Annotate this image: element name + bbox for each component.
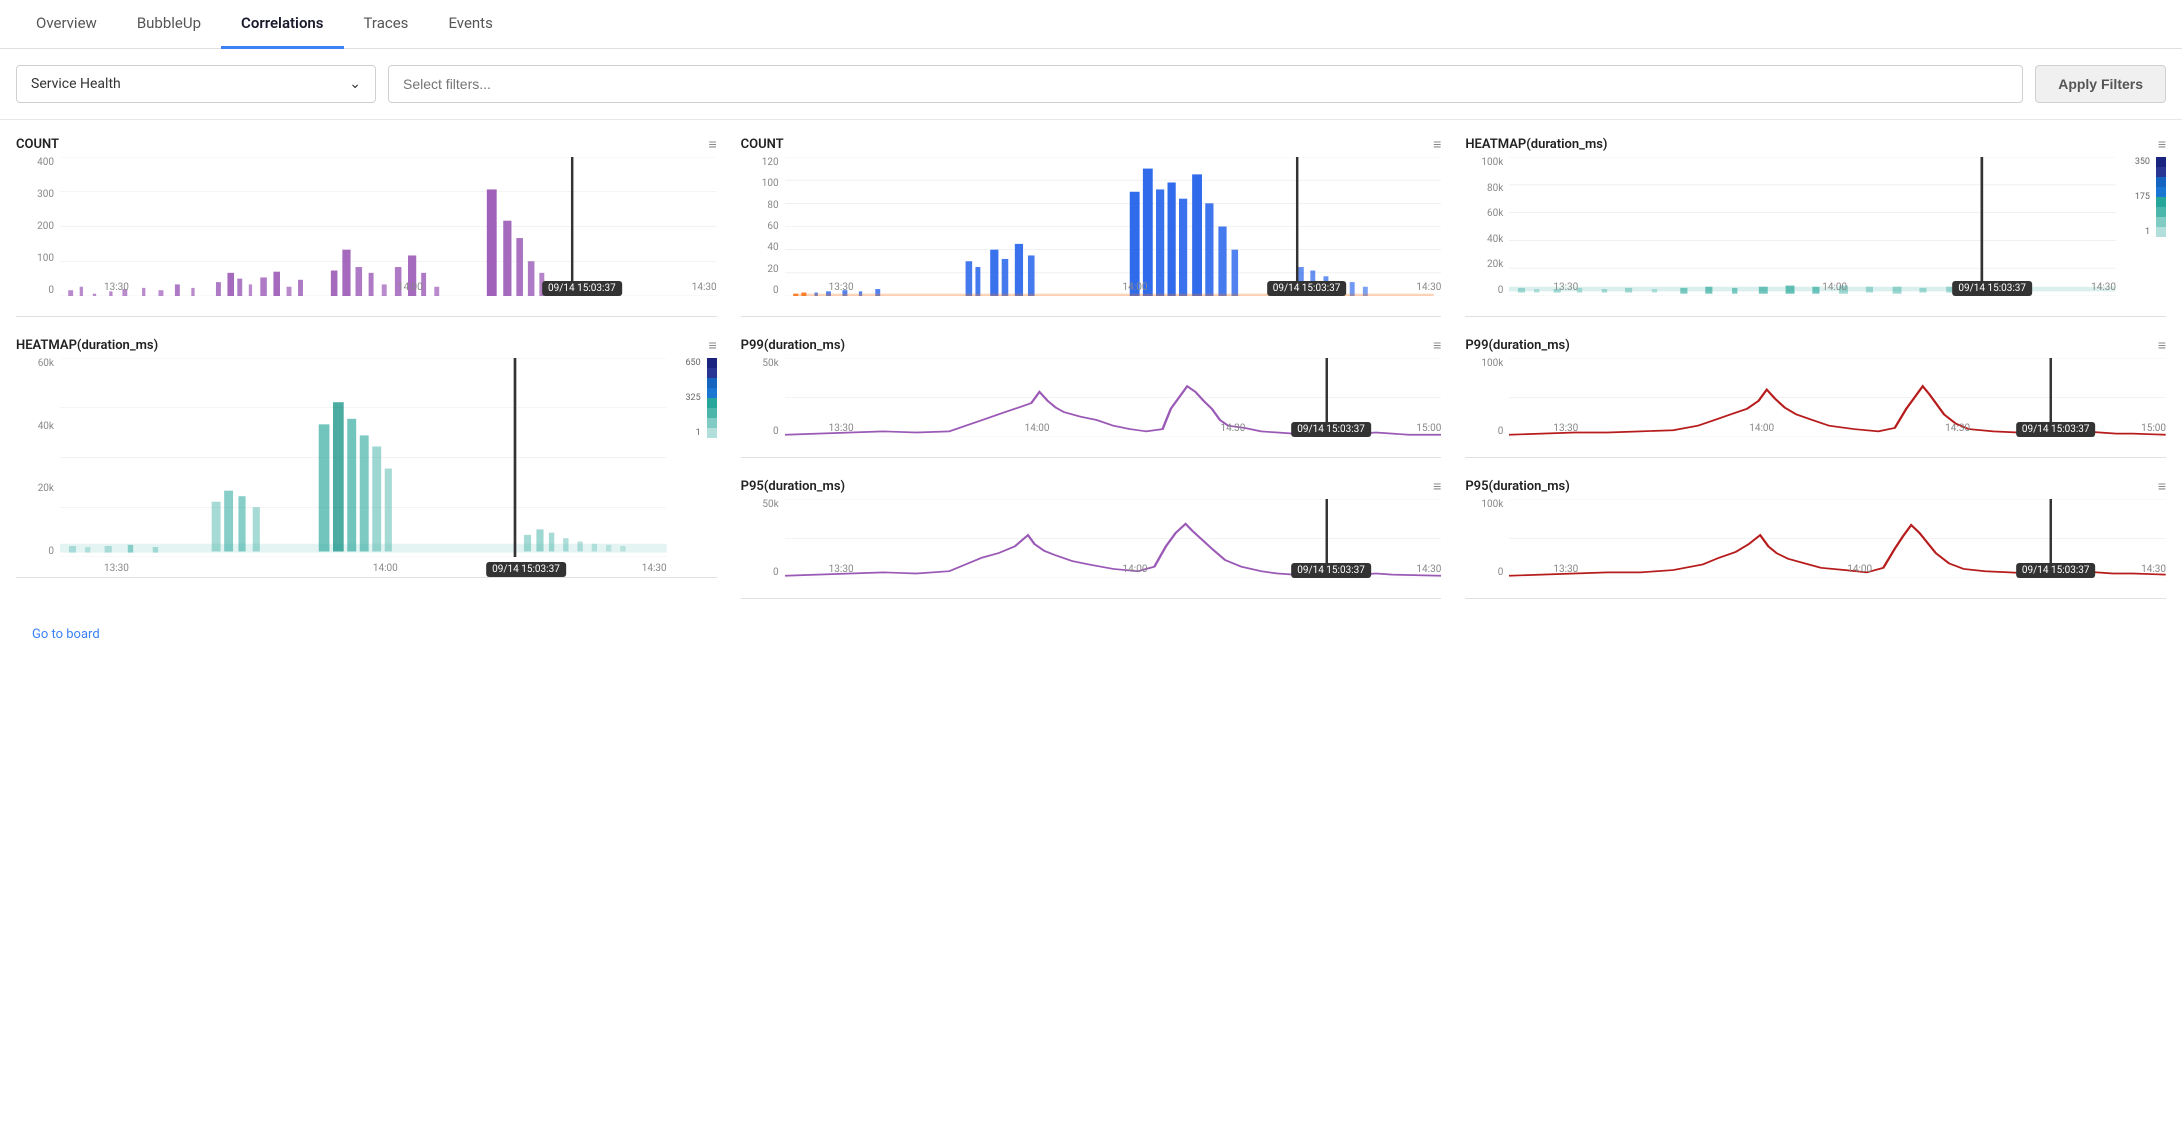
nav-bar: Overview BubbleUp Correlations Traces Ev… [0, 0, 2182, 49]
legend-val-mid: 175 [2135, 192, 2150, 202]
service-dropdown[interactable]: Service Health ⌄ [16, 65, 376, 103]
nav-overview[interactable]: Overview [16, 0, 117, 49]
legend-val-bot-2: 1 [685, 428, 700, 438]
chart-header-2: COUNT ≡ [741, 136, 1442, 153]
chart-header-4: HEATMAP(duration_ms) ≡ [16, 337, 717, 354]
timestamp-badge-4: 09/14 15:03:37 [486, 562, 566, 577]
chart-menu-icon-3[interactable]: ≡ [2158, 136, 2166, 153]
chart-title-8: P95(duration_ms) [1465, 479, 1569, 494]
chart-title-1: COUNT [16, 137, 59, 152]
chart-col-right: P99(duration_ms) ≡ 100k 0 [1465, 337, 2166, 599]
chart-header-5: P99(duration_ms) ≡ [741, 337, 1442, 354]
x-axis-2: 13:30 14:00 14:30 09/14 15:03:37 [829, 278, 1442, 296]
chart-title-6: P95(duration_ms) [741, 479, 845, 494]
chart-plot-4: 13:30 14:00 14:30 09/14 15:03:37 [60, 358, 667, 557]
timestamp-badge-2: 09/14 15:03:37 [1267, 281, 1347, 296]
legend-val-bot: 1 [2135, 227, 2150, 237]
nav-bubbleup[interactable]: BubbleUp [117, 0, 221, 49]
y-axis-7: 100k 0 [1465, 358, 1507, 437]
charts-container: COUNT ≡ 400 300 200 100 0 [0, 120, 2182, 615]
chart-header-3: HEATMAP(duration_ms) ≡ [1465, 136, 2166, 153]
filter-bar: Service Health ⌄ Apply Filters [0, 49, 2182, 120]
chart-menu-icon-2[interactable]: ≡ [1433, 136, 1441, 153]
chart-area-3: 100k 80k 60k 40k 20k 0 [1465, 157, 2166, 317]
x-axis-7: 13:30 14:00 14:30 15:00 09/14 15:03:37 [1553, 419, 2166, 437]
chart-p95-red: P95(duration_ms) ≡ 100k 0 [1465, 478, 2166, 599]
chart-col-mid: P99(duration_ms) ≡ 50k 0 [741, 337, 1442, 599]
chart-p99-red: P99(duration_ms) ≡ 100k 0 [1465, 337, 2166, 458]
chart-title-4: HEATMAP(duration_ms) [16, 338, 158, 353]
timestamp-badge-3: 09/14 15:03:37 [1952, 281, 2032, 296]
timestamp-badge-6: 09/14 15:03:37 [1291, 563, 1371, 578]
chart-title-5: P99(duration_ms) [741, 338, 845, 353]
service-label: Service Health [31, 76, 121, 92]
chart-area-1: 400 300 200 100 0 [16, 157, 717, 317]
x-axis-8: 13:30 14:00 14:30 09/14 15:03:37 [1553, 560, 2166, 578]
x-axis-4: 13:30 14:00 14:30 09/14 15:03:37 [104, 559, 667, 577]
chart-area-5: 50k 0 13:30 14:00 14:30 [741, 358, 1442, 458]
chart-menu-icon-7[interactable]: ≡ [2158, 337, 2166, 354]
y-axis-5: 50k 0 [741, 358, 783, 437]
y-axis-3: 100k 80k 60k 40k 20k 0 [1465, 157, 1507, 296]
y-axis-1: 400 300 200 100 0 [16, 157, 58, 296]
chart-title-3: HEATMAP(duration_ms) [1465, 137, 1607, 152]
nav-traces[interactable]: Traces [344, 0, 429, 49]
chart-plot-8: 13:30 14:00 14:30 09/14 15:03:37 [1509, 499, 2166, 578]
chart-plot-6: 13:30 14:00 14:30 09/14 15:03:37 [785, 499, 1442, 578]
x-axis-6: 13:30 14:00 14:30 09/14 15:03:37 [829, 560, 1442, 578]
nav-correlations[interactable]: Correlations [221, 0, 344, 49]
chart-header-1: COUNT ≡ [16, 136, 717, 153]
y-axis-2: 120 100 80 60 40 20 0 [741, 157, 783, 296]
chart-area-4: 60k 40k 20k 0 [16, 358, 717, 578]
chart-menu-icon-8[interactable]: ≡ [2158, 478, 2166, 495]
legend-val-mid-2: 325 [685, 393, 700, 403]
chart-menu-icon-4[interactable]: ≡ [708, 337, 716, 354]
y-axis-6: 50k 0 [741, 499, 783, 578]
chart-plot-1: 13:30 14:00 14:30 09/14 15:03:37 [60, 157, 717, 296]
chart-header-6: P95(duration_ms) ≡ [741, 478, 1442, 495]
chart-count-purple: COUNT ≡ 400 300 200 100 0 [16, 136, 717, 317]
chart-heatmap-1: HEATMAP(duration_ms) ≡ 100k 80k 60k 40k … [1465, 136, 2166, 317]
chart-header-8: P95(duration_ms) ≡ [1465, 478, 2166, 495]
go-to-board-link[interactable]: Go to board [16, 615, 116, 654]
filter-input[interactable] [388, 65, 2023, 103]
x-axis-3: 13:30 14:00 14:30 09/14 15:03:37 [1553, 278, 2116, 296]
x-axis-5: 13:30 14:00 14:30 15:00 09/14 15:03:37 [829, 419, 1442, 437]
chart-menu-icon-6[interactable]: ≡ [1433, 478, 1441, 495]
chevron-down-icon: ⌄ [349, 76, 361, 92]
nav-events[interactable]: Events [428, 0, 512, 49]
timestamp-badge-5: 09/14 15:03:37 [1291, 422, 1371, 437]
timestamp-badge-1: 09/14 15:03:37 [542, 281, 622, 296]
timestamp-badge-8: 09/14 15:03:37 [2016, 563, 2096, 578]
timestamp-badge-7: 09/14 15:03:37 [2016, 422, 2096, 437]
chart-p99-purple: P99(duration_ms) ≡ 50k 0 [741, 337, 1442, 458]
chart-area-7: 100k 0 13:30 14:00 14:30 1 [1465, 358, 2166, 458]
chart-area-6: 50k 0 13:30 14:00 14:30 09 [741, 499, 1442, 599]
x-axis-1: 13:30 14:00 14:30 09/14 15:03:37 [104, 278, 717, 296]
footer: Go to board [0, 615, 2182, 654]
y-axis-4: 60k 40k 20k 0 [16, 358, 58, 557]
chart-p95-purple: P95(duration_ms) ≡ 50k 0 [741, 478, 1442, 599]
chart-plot-3: 13:30 14:00 14:30 09/14 15:03:37 [1509, 157, 2116, 296]
chart-menu-icon-1[interactable]: ≡ [708, 136, 716, 153]
chart-area-8: 100k 0 13:30 14:00 14:30 0 [1465, 499, 2166, 599]
chart-area-2: 120 100 80 60 40 20 0 [741, 157, 1442, 317]
chart-plot-2: 13:30 14:00 14:30 09/14 15:03:37 [785, 157, 1442, 296]
chart-count-blue: COUNT ≡ 120 100 80 60 40 20 0 [741, 136, 1442, 317]
chart-title-2: COUNT [741, 137, 784, 152]
chart-plot-7: 13:30 14:00 14:30 15:00 09/14 15:03:37 [1509, 358, 2166, 437]
chart-title-7: P99(duration_ms) [1465, 338, 1569, 353]
apply-filters-button[interactable]: Apply Filters [2035, 65, 2166, 103]
y-axis-8: 100k 0 [1465, 499, 1507, 578]
chart-header-7: P99(duration_ms) ≡ [1465, 337, 2166, 354]
chart-heatmap-2: HEATMAP(duration_ms) ≡ 60k 40k 20k 0 [16, 337, 717, 599]
chart-plot-5: 13:30 14:00 14:30 15:00 09/14 15:03:37 [785, 358, 1442, 437]
chart-menu-icon-5[interactable]: ≡ [1433, 337, 1441, 354]
legend-val-top: 350 [2135, 157, 2150, 167]
legend-val-top-2: 650 [685, 358, 700, 368]
